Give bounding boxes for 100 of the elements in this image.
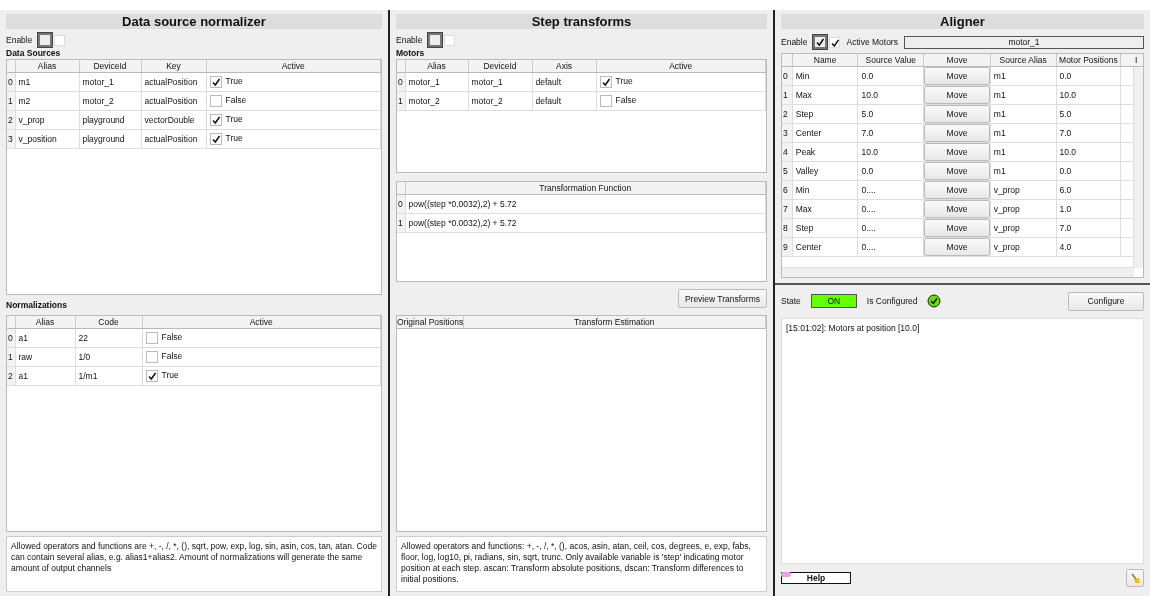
table-cell: 1/0 [75,347,142,367]
column-header[interactable]: Transformation Function [405,182,766,195]
row-index: 1 [7,347,15,367]
table-cell: v_prop [990,237,1056,257]
table-cell: Max [792,85,858,105]
table-cell: v_prop [15,110,79,130]
column-header[interactable]: Active [142,316,381,329]
checkbox[interactable] [599,76,612,88]
table-cell: actualPosition [141,91,206,111]
row-index: 8 [782,218,793,238]
table-cell: 5.0 [1056,104,1121,124]
move-button[interactable]: Move [924,67,990,85]
column-header[interactable]: Active [596,60,766,73]
vertical-scrollbar[interactable] [1133,67,1143,268]
row-index: 0 [7,72,15,92]
broom-icon[interactable] [1126,569,1144,587]
move-button[interactable]: Move [924,105,990,123]
table-cell: motor_1 [405,72,468,92]
move-button[interactable]: Move [924,200,990,218]
table-cell: Step [792,104,858,124]
column-header[interactable]: Alias [15,316,75,329]
log-entry: [15:01:02]: Motors at position [10.0] [786,323,921,333]
enable-checkbox[interactable] [38,33,66,47]
column-header[interactable]: Source Value [857,54,924,67]
checkbox[interactable] [145,332,158,344]
move-button[interactable]: Move [924,86,990,104]
help-text: Allowed operators and functions are +, -, /, *, (), sqrt, pow, exp, log, sin, asin, cos, tan, atan. Code can contain several alias, e.g. alias1+alias2. Amount of normalizations will generate the same amount of output channels [6,536,382,592]
section-label: Motors [396,47,426,59]
enable-label: Enable [6,35,33,45]
move-button[interactable]: Move [924,181,990,199]
table-cell: m1 [15,72,79,92]
table-cell: Min [792,180,858,200]
checkbox[interactable] [209,95,222,107]
column-header[interactable]: I [1120,54,1143,67]
table-cell: playground [79,129,141,149]
column-header[interactable]: Key [141,60,206,73]
preview-transforms-button[interactable]: Preview Transforms [677,289,767,308]
checkbox[interactable] [209,76,222,88]
column-header[interactable]: DeviceId [468,60,532,73]
table-cell: motor_2 [405,91,468,111]
configure-button[interactable]: Configure [1068,291,1144,311]
table-cell: 4.0 [1056,237,1121,257]
table-cell: playground [79,110,141,130]
column-header[interactable]: Name [792,54,858,67]
section-label: Data Sources [6,47,62,59]
column-header[interactable]: Motor Positions [1056,54,1121,67]
table-cell: 7.0 [1056,218,1121,238]
table-cell: 10.0 [857,85,924,105]
table-cell: 1/m1 [75,366,142,386]
checkbox[interactable] [145,351,158,363]
column-header[interactable]: Active [206,60,381,73]
column-header[interactable]: DeviceId [79,60,141,73]
table-cell: a1 [15,366,75,386]
section-label: Normalizations [6,299,68,311]
table-cell: Max [792,199,858,219]
table-cell: v_prop [990,199,1056,219]
column-header[interactable]: Original Positions [397,316,463,329]
active-value: True [225,114,243,125]
help-button[interactable]: Help [781,572,851,584]
table-cell: m2 [15,91,79,111]
column-header[interactable]: Alias [405,60,468,73]
checkbox[interactable] [145,370,158,382]
table-cell: 7.0 [857,123,924,143]
column-header[interactable]: Move [923,54,991,67]
row-index: 2 [7,110,15,130]
move-button[interactable]: Move [924,219,990,237]
help-text: Allowed operators and functions: +, -, /, *, (), acos, asin, atan, ceil, cos, degrees, e, exp, fabs, floor, log, log10, pi, radians, sin, sqrt, trunc. Only available variable is 'step' indicating motor position at each step. ascan: Transform absolute positions, dscan: Transform differences to initial positions. [396,536,767,592]
state-indicator: ON [810,294,857,308]
move-button[interactable]: Move [924,238,990,256]
enable-checkbox[interactable] [428,33,456,47]
panel-title: Data source normalizer [6,14,382,29]
enable-label: Enable [781,37,808,47]
column-header[interactable]: Axis [532,60,596,73]
enable-label: Enable [396,35,423,45]
table-cell: 5.0 [857,104,924,124]
active-motors-field[interactable]: motor_1 [903,35,1144,49]
table-cell: 10.0 [857,142,924,162]
enable-checkbox[interactable] [813,35,841,49]
panel-title: Aligner [781,14,1144,29]
table-cell: 22 [75,328,142,348]
column-header[interactable]: Alias [15,60,79,73]
move-button[interactable]: Move [924,162,990,180]
horizontal-scrollbar[interactable] [782,267,1134,277]
active-motors-label: Active Motors [846,37,898,47]
active-value: True [161,370,179,381]
checkbox[interactable] [599,95,612,107]
column-header[interactable]: Source Alias [990,54,1056,67]
checkbox[interactable] [209,114,222,126]
column-header[interactable]: Code [75,316,142,329]
move-button[interactable]: Move [924,143,990,161]
row-index: 0 [397,194,405,214]
row-index: 3 [782,123,793,143]
column-header[interactable]: Transform Estimation [463,316,766,329]
active-value: True [615,76,633,87]
move-button[interactable]: Move [924,124,990,142]
table-cell: motor_1 [79,72,141,92]
checkbox[interactable] [209,133,222,145]
row-index: 2 [7,366,15,386]
table-cell: Step [792,218,858,238]
table-cell: v_prop [990,218,1056,238]
